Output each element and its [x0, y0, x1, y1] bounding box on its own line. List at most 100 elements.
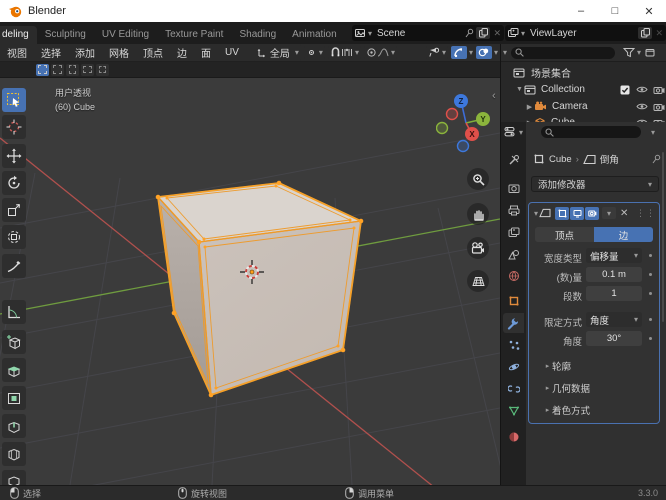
width-type-dropdown[interactable]: 偏移量 ▾ — [586, 248, 642, 263]
menu-add[interactable]: 添加 — [68, 45, 102, 60]
viewport-3d[interactable]: 用户透视 (60) Cube ‹ Z Y X — [0, 78, 500, 485]
segments-field[interactable]: 1 — [586, 286, 642, 301]
properties-search-input[interactable] — [541, 126, 641, 138]
animate-dot[interactable] — [649, 292, 652, 295]
display-editmode-toggle[interactable] — [555, 206, 570, 220]
toggle-ortho-button[interactable] — [467, 270, 489, 292]
proportional-editing-toggle[interactable]: ▾ — [363, 46, 397, 59]
tool-cursor[interactable] — [2, 115, 26, 139]
unlink-scene-icon[interactable]: ✕ — [493, 28, 501, 39]
gizmos-toggle[interactable] — [450, 46, 467, 59]
tab-vertices[interactable]: 顶点 — [535, 227, 594, 242]
animate-dot[interactable] — [649, 318, 652, 321]
transform-orientation-dropdown[interactable]: 全局 ▾ — [253, 44, 301, 61]
tool-measure[interactable] — [2, 300, 26, 324]
checkbox-icon[interactable] — [620, 85, 630, 95]
outliner-row-camera[interactable]: ▶ Camera — [525, 98, 665, 115]
tab-object-data[interactable] — [503, 401, 524, 421]
angle-field[interactable]: 30° — [586, 331, 642, 346]
tool-scale[interactable] — [2, 198, 26, 222]
tool-transform[interactable] — [2, 225, 26, 249]
tab-output[interactable] — [503, 200, 524, 220]
section-shading[interactable]: ▸ 着色方式 — [543, 403, 590, 417]
workspace-tab-modeling[interactable]: deling — [0, 26, 37, 44]
animate-dot[interactable] — [649, 254, 652, 257]
editor-type-chevron[interactable]: ▾ — [503, 48, 507, 57]
tool-select-box[interactable] — [2, 88, 26, 112]
workspace-tab-sculpting[interactable]: Sculpting — [37, 26, 94, 44]
expand-panel-chevron[interactable]: ▾ — [534, 209, 538, 218]
filter-icon[interactable] — [623, 47, 636, 58]
tab-constraints[interactable] — [503, 379, 524, 399]
tab-modifiers[interactable] — [503, 313, 524, 333]
breadcrumb-modifier[interactable]: 倒角 — [600, 152, 619, 166]
properties-options-chevron[interactable]: ▾ — [651, 128, 655, 137]
display-realtime-toggle[interactable] — [570, 206, 585, 220]
pin-icon[interactable] — [652, 154, 661, 164]
new-collection-icon[interactable] — [645, 47, 656, 58]
minimize-button[interactable]: – — [564, 0, 598, 22]
editor-type-button[interactable]: ▾ — [504, 126, 523, 138]
disclosure-triangle-icon[interactable]: ▼ — [515, 86, 524, 93]
menu-view[interactable]: 视图 — [0, 45, 34, 60]
drag-handle-icon[interactable]: ⋮⋮ — [636, 208, 656, 219]
tab-world[interactable] — [503, 266, 524, 286]
menu-uv[interactable]: UV — [218, 47, 246, 58]
animate-dot[interactable] — [649, 337, 652, 340]
tool-rotate[interactable] — [2, 171, 26, 195]
camera-view-button[interactable] — [467, 237, 489, 259]
workspace-tab-animation[interactable]: Animation — [284, 26, 344, 44]
menu-mesh[interactable]: 网格 — [102, 45, 136, 60]
render-visibility-camera-icon[interactable] — [653, 102, 665, 112]
navigation-gizmo[interactable]: Z Y X — [436, 90, 500, 154]
tool-add-cube[interactable] — [2, 330, 26, 354]
zoom-view-button[interactable] — [467, 168, 489, 190]
scene-selector[interactable]: ▾ Scene ✕ — [352, 25, 504, 41]
tool-move[interactable] — [2, 144, 26, 168]
close-button[interactable]: ✕ — [632, 0, 666, 22]
tab-object[interactable] — [503, 291, 524, 311]
select-mode-invert-button[interactable] — [81, 63, 94, 76]
tab-physics[interactable] — [503, 357, 524, 377]
tool-loop-cut[interactable] — [2, 442, 26, 466]
tab-view-layer[interactable] — [503, 222, 524, 242]
eye-icon[interactable] — [636, 85, 648, 94]
outliner-row-collection[interactable]: ▼ Collection — [515, 81, 665, 98]
menu-vertex[interactable]: 顶点 — [136, 45, 170, 60]
pivot-point-dropdown[interactable]: ▾ — [303, 46, 325, 59]
tab-render[interactable] — [503, 178, 524, 198]
breadcrumb-object[interactable]: Cube — [549, 154, 572, 165]
select-mode-new-button[interactable] — [36, 63, 49, 76]
outliner-row-scene-collection[interactable]: 场景集合 — [513, 64, 571, 81]
workspace-tab-shading[interactable]: Shading — [231, 26, 284, 44]
delete-modifier-button[interactable]: ✕ — [620, 208, 628, 219]
select-mode-intersect-button[interactable] — [96, 63, 109, 76]
viewlayer-selector[interactable]: ▾ ViewLayer ✕ — [505, 25, 666, 41]
tool-spin[interactable] — [2, 470, 26, 485]
add-viewlayer-button[interactable] — [638, 27, 653, 39]
tool-inset-faces[interactable] — [2, 386, 26, 410]
menu-edge[interactable]: 边 — [170, 45, 194, 60]
workspace-tab-uv-editing[interactable]: UV Editing — [94, 26, 157, 44]
tool-annotate[interactable] — [2, 254, 26, 278]
duplicate-scene-button[interactable] — [476, 27, 491, 39]
select-mode-subtract-button[interactable] — [66, 63, 79, 76]
tab-edges[interactable]: 边 — [594, 227, 653, 242]
maximize-button[interactable]: □ — [598, 0, 632, 22]
visibility-filter-dropdown[interactable]: ▾ — [425, 46, 448, 59]
disclosure-triangle-icon[interactable]: ▶ — [525, 103, 534, 111]
section-geometry[interactable]: ▸ 几何数据 — [543, 381, 590, 395]
remove-viewlayer-icon[interactable]: ✕ — [655, 28, 663, 39]
tab-particles[interactable] — [503, 335, 524, 355]
snap-toggle[interactable]: ▾ — [327, 46, 361, 59]
limit-method-dropdown[interactable]: 角度 ▾ — [586, 312, 642, 327]
menu-face[interactable]: 面 — [194, 45, 218, 60]
tab-tool[interactable] — [503, 150, 524, 170]
section-profile[interactable]: ▸ 轮廓 — [543, 359, 571, 373]
tool-bevel[interactable] — [2, 414, 26, 438]
properties-scrollbar[interactable] — [662, 152, 664, 322]
add-modifier-button[interactable]: 添加修改器 ▾ — [531, 176, 659, 192]
tab-material[interactable] — [503, 427, 524, 447]
workspace-tab-texture-paint[interactable]: Texture Paint — [157, 26, 231, 44]
pin-icon[interactable] — [465, 28, 474, 38]
